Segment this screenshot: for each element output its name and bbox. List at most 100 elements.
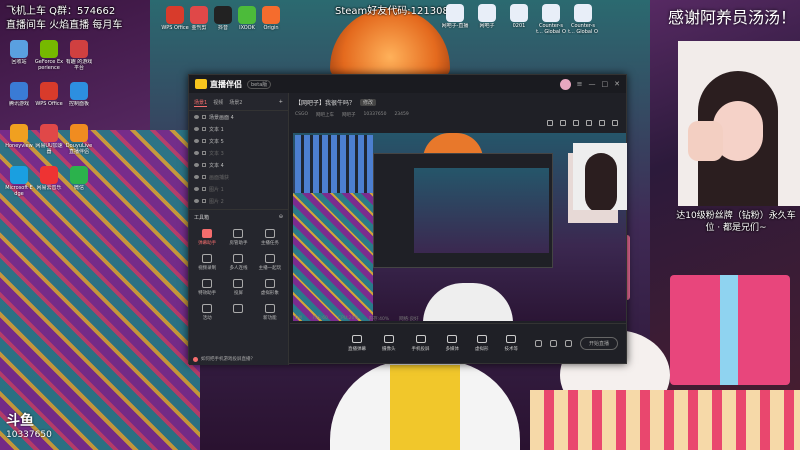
- eye-icon[interactable]: [194, 151, 199, 155]
- eye-icon[interactable]: [194, 139, 199, 143]
- lock-icon[interactable]: [202, 199, 206, 203]
- tool-item[interactable]: 虚拟形象: [256, 277, 284, 299]
- source-item[interactable]: 文本 1: [189, 123, 288, 135]
- collapse-icon[interactable]: ⊖: [279, 214, 283, 221]
- live-icon[interactable]: [549, 340, 557, 347]
- desktop_icons-icon-2[interactable]: 有趣 的游戏平台: [64, 40, 94, 71]
- douyu-live-window[interactable]: 直播伴侣 beta版 ≡ — □ ✕ 场景1 视频 场景2 + 场景画面 4 文本…: [188, 74, 627, 365]
- tool-item[interactable]: 新功能: [256, 302, 284, 324]
- bottom-button[interactable]: 虚拟形: [475, 335, 489, 352]
- tool-item[interactable]: 活动: [193, 302, 221, 324]
- tool-item[interactable]: 多人连线: [224, 252, 252, 274]
- close-icon[interactable]: ✕: [614, 80, 620, 88]
- tool-item[interactable]: 视频录制: [193, 252, 221, 274]
- button-icon: [506, 335, 517, 343]
- tool-label: 视频录制: [198, 266, 217, 271]
- right_icons-icon-1[interactable]: 网吧子: [472, 4, 502, 35]
- grid-icon[interactable]: [547, 120, 553, 126]
- icon-label: WPS Office: [35, 101, 63, 107]
- right_icons-icon-2[interactable]: 0201: [504, 4, 534, 35]
- tool-item[interactable]: 投屏: [224, 277, 252, 299]
- desktop_icons-icon-11[interactable]: 微信: [64, 166, 94, 197]
- source-item[interactable]: 文本 3: [189, 147, 288, 159]
- right_icons-icon-3[interactable]: Counter-st... Global Of...: [536, 4, 566, 35]
- eye-icon[interactable]: [194, 115, 199, 119]
- settings-icon[interactable]: [564, 340, 572, 347]
- desktop_icons-icon-5[interactable]: 控制面板: [64, 82, 94, 113]
- tool-label: 活动: [202, 316, 212, 321]
- toolbox-title: 工具箱: [194, 215, 210, 221]
- top_icons-icon-4[interactable]: Origin: [256, 6, 286, 37]
- right_icons-icon-4[interactable]: Counter-st... Global Of...: [568, 4, 598, 35]
- source-item[interactable]: 画面捕获: [189, 171, 288, 183]
- desktop_icons-icon-1[interactable]: GeForce Experience: [34, 40, 64, 71]
- start-live-button[interactable]: 开始直播: [579, 337, 618, 350]
- menu-icon[interactable]: ≡: [577, 80, 583, 88]
- desktop_icons-icon-10[interactable]: 网易云音乐: [34, 166, 64, 197]
- eye-icon[interactable]: [194, 199, 199, 203]
- tool-icon: [202, 254, 213, 263]
- eye-icon[interactable]: [194, 163, 199, 167]
- lock-icon[interactable]: [202, 187, 206, 191]
- eye-icon[interactable]: [194, 187, 199, 191]
- app-icon: [238, 6, 256, 24]
- minimize-icon[interactable]: —: [589, 80, 596, 88]
- tool-item[interactable]: 主播任务: [256, 227, 284, 249]
- lock-icon[interactable]: [202, 127, 206, 131]
- right_icons-icon-0[interactable]: 网吧子-直播: [440, 4, 470, 35]
- preview-rug: [293, 193, 373, 321]
- bottom-button[interactable]: 技术等: [505, 335, 518, 352]
- maximize-icon[interactable]: □: [602, 80, 609, 88]
- bottom-button[interactable]: 摄像头: [382, 335, 396, 352]
- desktop_icons-icon-4[interactable]: WPS Office: [34, 82, 64, 113]
- avatar[interactable]: [559, 78, 571, 90]
- lock-icon[interactable]: [202, 163, 206, 167]
- source-item[interactable]: 文本 4: [189, 159, 288, 171]
- bottom-button[interactable]: 多媒体: [446, 335, 459, 352]
- desktop_icons-icon-6[interactable]: Honeyview: [4, 124, 34, 155]
- source-item[interactable]: 文本 5: [189, 135, 288, 147]
- tab-scene2[interactable]: 视频: [213, 99, 223, 107]
- eye-icon[interactable]: [194, 175, 199, 179]
- camera-icon[interactable]: [586, 120, 592, 126]
- eye-icon[interactable]: [194, 127, 199, 131]
- desktop_icons-icon-0[interactable]: 回收站: [4, 40, 34, 71]
- lock-icon[interactable]: [202, 151, 206, 155]
- bottom-button[interactable]: 直播弹幕: [348, 335, 366, 352]
- tab-scene1[interactable]: 场景1: [194, 99, 208, 107]
- lock-icon[interactable]: [560, 120, 566, 126]
- desktop_icons-icon-3[interactable]: 腾讯游戏: [4, 82, 34, 113]
- webcam-small: [573, 143, 627, 210]
- tab-scene3[interactable]: 场景2: [229, 99, 242, 107]
- desktop_icons-icon-9[interactable]: Microsoft Edge: [4, 166, 34, 197]
- tool-item[interactable]: 主播一起玩: [256, 252, 284, 274]
- edit-title-button[interactable]: 修改: [360, 99, 377, 106]
- tool-item[interactable]: [224, 302, 252, 324]
- chat-icon[interactable]: [599, 120, 605, 126]
- lock-icon[interactable]: [202, 139, 206, 143]
- add-scene-icon[interactable]: +: [279, 99, 283, 107]
- preview-desktop-icons: [295, 135, 373, 195]
- lock-icon[interactable]: [202, 115, 206, 119]
- notice-link[interactable]: 如何把手机游戏投屏直播？: [201, 356, 255, 362]
- source-item[interactable]: 图片 2: [189, 195, 288, 207]
- window-titlebar[interactable]: 直播伴侣 beta版 ≡ — □ ✕: [189, 75, 626, 93]
- share-icon[interactable]: [612, 120, 618, 126]
- source-label: 文本 1: [209, 126, 224, 133]
- tool-item[interactable]: 特效助手: [193, 277, 221, 299]
- meta-item: 网吧上车: [316, 113, 335, 118]
- desktop_icons-icon-8[interactable]: DouyuLive 直播伴侣: [64, 124, 94, 155]
- tool-item[interactable]: 房管助手: [224, 227, 252, 249]
- copy-icon[interactable]: [573, 120, 579, 126]
- tool-label: 主播任务: [260, 241, 279, 246]
- source-item[interactable]: 图片 1: [189, 183, 288, 195]
- desktop_icons-icon-7[interactable]: 网易UU加速器: [34, 124, 64, 155]
- source-item[interactable]: 场景画面 4: [189, 111, 288, 123]
- record-icon[interactable]: [534, 340, 542, 347]
- room-id: 10337650: [6, 430, 52, 440]
- lock-icon[interactable]: [202, 175, 206, 179]
- bottom-button[interactable]: 手机投屏: [412, 335, 430, 352]
- tool-label: 投屏: [233, 291, 243, 296]
- tool-item[interactable]: 弹幕助手: [193, 227, 221, 249]
- version-badge[interactable]: beta版: [247, 79, 272, 89]
